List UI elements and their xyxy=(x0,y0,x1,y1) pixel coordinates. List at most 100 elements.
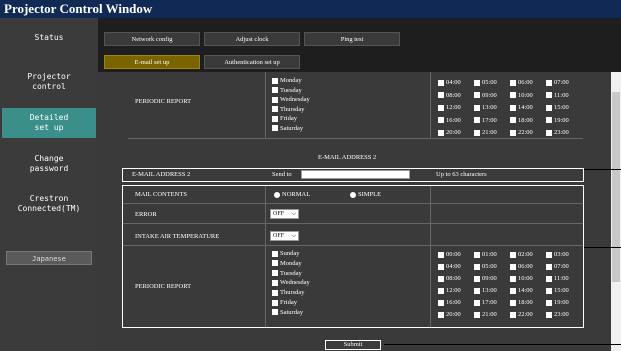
time-checkbox[interactable]: 09:00 xyxy=(474,275,497,282)
time-checkbox[interactable]: 20:00 xyxy=(438,129,461,136)
time-checkbox[interactable]: 13:00 xyxy=(474,287,497,294)
intake-air-select[interactable]: OFF ⌵ xyxy=(270,231,299,241)
checkbox-icon xyxy=(438,251,444,258)
checkbox-icon xyxy=(438,92,444,99)
time-checkbox[interactable]: 12:00 xyxy=(438,287,461,294)
radio-simple[interactable]: SIMPLE xyxy=(350,191,381,198)
time-label: 06:00 xyxy=(518,79,533,86)
day-checkbox[interactable]: Thursday xyxy=(272,106,305,113)
day-checkbox[interactable]: Sunday xyxy=(272,250,300,257)
checkbox-icon xyxy=(474,79,480,86)
time-checkbox[interactable]: 04:00 xyxy=(438,263,461,270)
time-checkbox[interactable]: 16:00 xyxy=(438,299,461,306)
time-checkbox[interactable]: 18:00 xyxy=(510,299,533,306)
time-checkbox[interactable]: 17:00 xyxy=(474,299,497,306)
tab-authentication-setup[interactable]: Authentication set up xyxy=(204,55,300,69)
day-checkbox[interactable]: Wednesday xyxy=(272,96,310,103)
callout-line xyxy=(584,169,621,170)
time-label: 10:00 xyxy=(518,275,533,282)
radio-selected-icon xyxy=(274,191,280,198)
sidebar-item-change-password[interactable]: Change password xyxy=(2,150,96,178)
submit-button[interactable]: Submit xyxy=(325,340,381,350)
time-checkbox[interactable]: 23:00 xyxy=(546,311,569,318)
time-checkbox[interactable]: 19:00 xyxy=(546,299,569,306)
checkbox-icon xyxy=(546,117,552,124)
checkbox-icon xyxy=(474,92,480,99)
time-checkbox[interactable]: 13:00 xyxy=(474,104,497,111)
time-checkbox[interactable]: 09:00 xyxy=(474,92,497,99)
time-checkbox[interactable]: 17:00 xyxy=(474,117,497,124)
time-label: 01:00 xyxy=(482,251,497,258)
day-checkbox[interactable]: Friday xyxy=(272,299,297,306)
day-checkbox[interactable]: Thursday xyxy=(272,289,305,296)
checkbox-icon xyxy=(272,279,278,286)
chevron-down-icon: ⌵ xyxy=(291,233,296,239)
time-checkbox[interactable]: 04:00 xyxy=(438,79,461,86)
email-address-input[interactable] xyxy=(301,170,410,179)
sidebar-item-status[interactable]: Status xyxy=(2,26,96,50)
time-checkbox[interactable]: 22:00 xyxy=(510,311,533,318)
time-checkbox[interactable]: 08:00 xyxy=(438,275,461,282)
time-checkbox[interactable]: 20:00 xyxy=(438,311,461,318)
tab-ping-test[interactable]: Ping test xyxy=(304,32,400,46)
time-label: 15:00 xyxy=(554,104,569,111)
time-label: 19:00 xyxy=(554,299,569,306)
checkbox-icon xyxy=(510,275,516,282)
time-checkbox[interactable]: 14:00 xyxy=(510,287,533,294)
mail-contents-label: MAIL CONTENTS xyxy=(135,191,187,198)
sidebar-item-crestron[interactable]: Crestron Connected(TM) xyxy=(2,190,96,218)
tab-adjust-clock[interactable]: Adjust clock xyxy=(204,32,300,46)
day-checkbox[interactable]: Wednesday xyxy=(272,279,310,286)
time-checkbox[interactable]: 19:00 xyxy=(546,117,569,124)
radio-normal[interactable]: NORMAL xyxy=(274,191,310,198)
time-checkbox[interactable]: 22:00 xyxy=(510,129,533,136)
time-checkbox[interactable]: 21:00 xyxy=(474,129,497,136)
scrollbar-thumb[interactable] xyxy=(612,92,620,282)
day-checkbox[interactable]: Friday xyxy=(272,115,297,122)
sidebar-item-label: Projector xyxy=(27,72,71,81)
day-checkbox[interactable]: Saturday xyxy=(272,309,303,316)
time-checkbox[interactable]: 07:00 xyxy=(546,263,569,270)
time-label: 18:00 xyxy=(518,299,533,306)
sidebar-item-detailed-setup[interactable]: Detailed set up xyxy=(2,108,96,138)
time-checkbox[interactable]: 01:00 xyxy=(474,251,497,258)
language-button[interactable]: Japanese xyxy=(6,251,92,265)
time-checkbox[interactable]: 12:00 xyxy=(438,104,461,111)
time-checkbox[interactable]: 10:00 xyxy=(510,92,533,99)
day-checkbox[interactable]: Monday xyxy=(272,77,302,84)
checkbox-icon xyxy=(474,287,480,294)
checkbox-icon xyxy=(272,299,278,306)
time-checkbox[interactable]: 06:00 xyxy=(510,79,533,86)
time-checkbox[interactable]: 06:00 xyxy=(510,263,533,270)
tab-email-setup[interactable]: E-mail set up xyxy=(104,55,200,69)
time-checkbox[interactable]: 08:00 xyxy=(438,92,461,99)
day-checkbox[interactable]: Monday xyxy=(272,260,302,267)
time-checkbox[interactable]: 15:00 xyxy=(546,287,569,294)
checkbox-icon xyxy=(438,117,444,124)
time-checkbox[interactable]: 11:00 xyxy=(546,92,569,99)
tab-network-config[interactable]: Network config xyxy=(104,32,200,46)
time-checkbox[interactable]: 05:00 xyxy=(474,263,497,270)
checkbox-icon xyxy=(546,79,552,86)
scrollbar[interactable] xyxy=(611,72,621,351)
time-checkbox[interactable]: 14:00 xyxy=(510,104,533,111)
time-label: 21:00 xyxy=(482,311,497,318)
time-checkbox[interactable]: 05:00 xyxy=(474,79,497,86)
time-checkbox[interactable]: 15:00 xyxy=(546,104,569,111)
error-select[interactable]: OFF ⌵ xyxy=(270,209,299,219)
time-checkbox[interactable]: 03:00 xyxy=(546,251,569,258)
checkbox-icon xyxy=(438,299,444,306)
time-checkbox[interactable]: 07:00 xyxy=(546,79,569,86)
time-checkbox[interactable]: 16:00 xyxy=(438,117,461,124)
sidebar-item-projector-control[interactable]: Projector control xyxy=(2,68,96,96)
time-checkbox[interactable]: 00:00 xyxy=(438,251,461,258)
time-checkbox[interactable]: 11:00 xyxy=(546,275,569,282)
time-checkbox[interactable]: 18:00 xyxy=(510,117,533,124)
time-checkbox[interactable]: 10:00 xyxy=(510,275,533,282)
time-checkbox[interactable]: 21:00 xyxy=(474,311,497,318)
day-checkbox[interactable]: Tuesday xyxy=(272,270,302,277)
day-checkbox[interactable]: Tuesday xyxy=(272,87,302,94)
time-checkbox[interactable]: 02:00 xyxy=(510,251,533,258)
time-checkbox[interactable]: 23:00 xyxy=(546,129,569,136)
day-checkbox[interactable]: Saturday xyxy=(272,125,303,132)
